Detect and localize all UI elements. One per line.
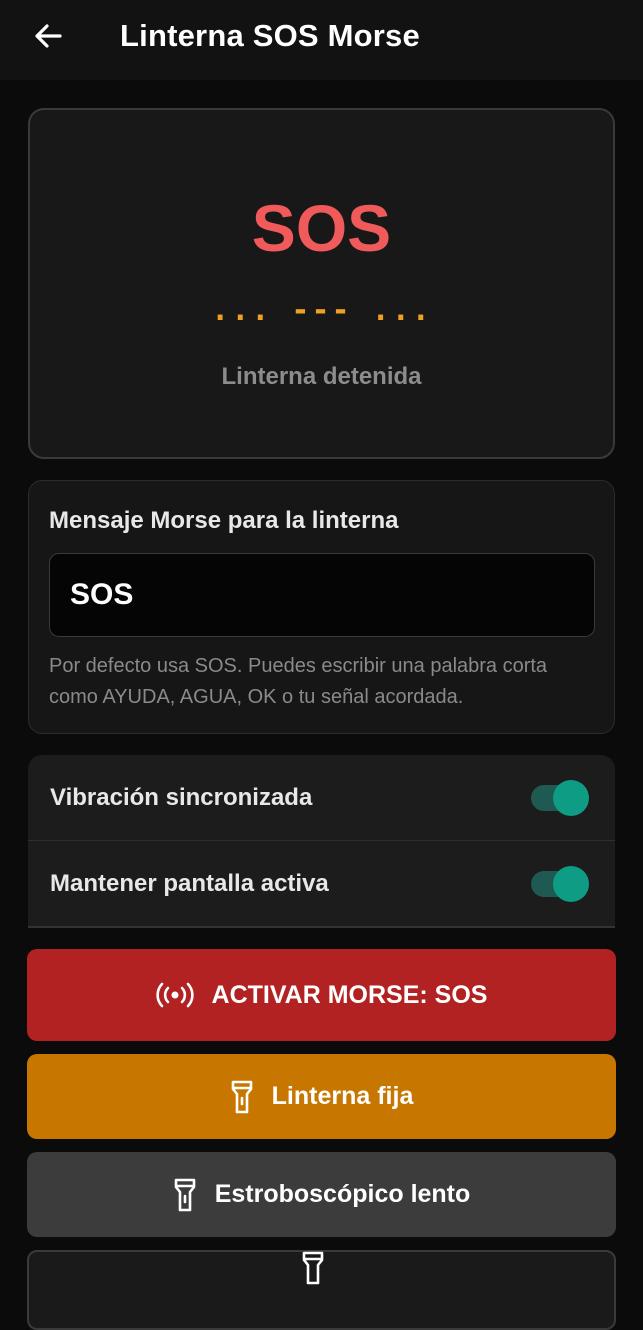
vibration-switch[interactable] [531, 779, 589, 816]
back-button[interactable] [28, 16, 68, 56]
toggle-row-keep-screen[interactable]: Mantener pantalla activa [28, 841, 615, 927]
toggle-label: Mantener pantalla activa [50, 870, 329, 897]
toggle-label: Vibración sincronizada [50, 783, 313, 811]
flashlight-icon [173, 1177, 197, 1213]
slow-strobe-label: Estroboscópico lento [214, 1180, 471, 1208]
switch-knob [553, 779, 589, 816]
keep-screen-switch[interactable] [531, 866, 589, 902]
morse-word: SOS [251, 191, 392, 265]
fixed-flashlight-button[interactable]: Linterna fija [27, 1054, 616, 1139]
flashlight-status: Linterna detenida [221, 363, 422, 390]
page-title: Linterna SOS Morse [120, 18, 420, 53]
message-card: Mensaje Morse para la linterna Por defec… [28, 480, 615, 734]
activate-morse-label: ACTIVAR MORSE: SOS [211, 980, 488, 1009]
message-label: Mensaje Morse para la linterna [49, 507, 399, 534]
app-bar: Linterna SOS Morse [0, 0, 643, 80]
activate-morse-button[interactable]: ACTIVAR MORSE: SOS [27, 949, 616, 1041]
next-mode-button[interactable] [27, 1250, 616, 1330]
morse-code-display: ... --- ... [211, 293, 432, 328]
flashlight-icon [301, 1250, 325, 1286]
settings-card: Vibración sincronizada Mantener pantalla… [28, 755, 615, 928]
broadcast-icon [155, 981, 194, 1009]
switch-knob [553, 866, 589, 902]
arrow-left-icon [35, 24, 62, 48]
message-help-text: Por defecto usa SOS. Puedes escribir una… [49, 655, 548, 708]
slow-strobe-button[interactable]: Estroboscópico lento [27, 1152, 616, 1237]
fixed-flashlight-label: Linterna fija [271, 1082, 414, 1110]
morse-display-card: SOS ... --- ... Linterna detenida [28, 108, 615, 459]
flashlight-icon [230, 1079, 254, 1115]
toggle-row-vibration[interactable]: Vibración sincronizada [28, 755, 615, 841]
morse-message-input[interactable] [49, 553, 595, 637]
